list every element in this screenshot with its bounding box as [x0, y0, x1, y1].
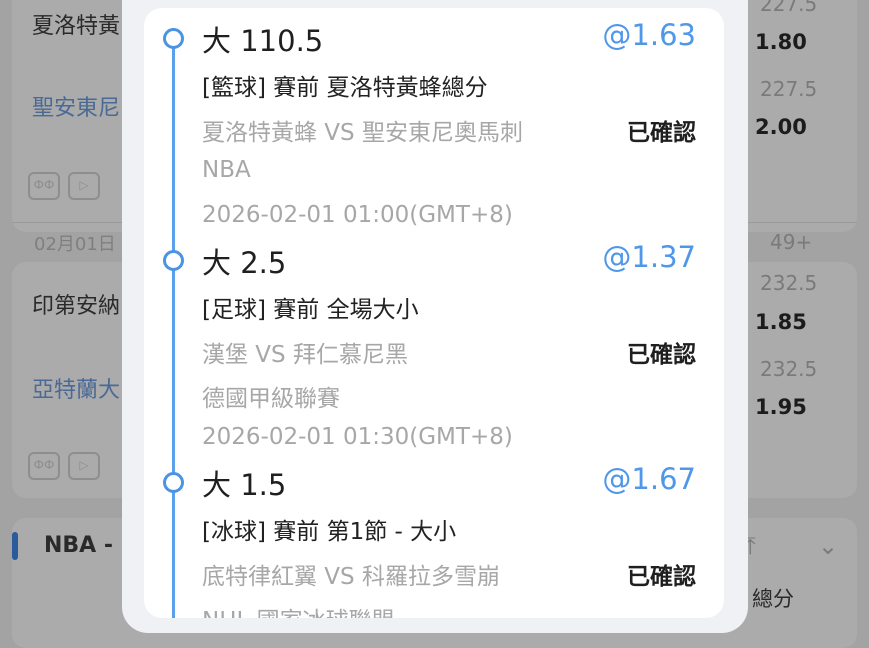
timeline-dot-icon	[163, 250, 184, 271]
line-value: 227.5	[760, 0, 818, 16]
stats-icon[interactable]: ФФ	[28, 452, 60, 480]
bet-match: 漢堡 VS 拜仁慕尼黑	[202, 342, 408, 368]
bet-status: 已確認	[627, 120, 696, 146]
bet-league: NHL 國家冰球聯盟	[202, 601, 395, 618]
section-accent	[12, 532, 18, 560]
timeline-line	[172, 28, 175, 618]
bet-odds: @1.67	[602, 462, 696, 496]
bet-match: 底特律紅翼 VS 科羅拉多雪崩	[202, 564, 500, 590]
away-team-1[interactable]: 聖安東尼	[32, 90, 120, 122]
bet-market: [足球] 賽前 全場大小	[202, 297, 419, 323]
date-label: 02月01日	[34, 234, 116, 255]
odds-value[interactable]: 2.00	[755, 115, 807, 139]
odds-value[interactable]: 1.95	[755, 395, 807, 419]
total-label: 總分	[752, 587, 794, 611]
home-team-1[interactable]: 夏洛特黃	[32, 8, 120, 40]
bet-pick: 大 2.5	[202, 246, 287, 280]
more-count[interactable]: 49+	[770, 230, 812, 254]
media-icons: ФФ ▷	[28, 172, 100, 200]
line-value: 232.5	[760, 271, 818, 295]
away-team-2[interactable]: 亞特蘭大	[32, 372, 120, 404]
bet-pick: 大 1.5	[202, 468, 287, 502]
section-title: NBA -	[44, 533, 113, 558]
bet-market: [籃球] 賽前 夏洛特黃蜂總分	[202, 75, 488, 101]
bet-list-panel: 大 110.5 @1.63 [籃球] 賽前 夏洛特黃蜂總分 夏洛特黃蜂 VS 聖…	[144, 8, 724, 618]
bet-pick: 大 110.5	[202, 24, 324, 58]
odds-value[interactable]: 1.80	[755, 30, 807, 54]
timeline-dot-icon	[163, 472, 184, 493]
bet-odds: @1.63	[602, 18, 696, 52]
bet-league: 德國甲級聯賽	[202, 386, 340, 412]
bet-market: [冰球] 賽前 第1節 - 大小	[202, 519, 457, 545]
bet-time: 2026-02-01 01:00(GMT+8)	[202, 202, 513, 228]
video-icon[interactable]: ▷	[68, 452, 100, 480]
bet-time: 2026-02-01 01:30(GMT+8)	[202, 424, 513, 450]
line-value: 232.5	[760, 357, 818, 381]
video-icon[interactable]: ▷	[68, 172, 100, 200]
stats-icon[interactable]: ФФ	[28, 172, 60, 200]
bet-status: 已確認	[627, 564, 696, 590]
chevron-down-icon[interactable]: ⌄	[818, 532, 838, 560]
odds-value[interactable]: 1.85	[755, 310, 807, 334]
bet-match: 夏洛特黃蜂 VS 聖安東尼奧馬刺	[202, 120, 523, 146]
bet-status: 已確認	[627, 342, 696, 368]
timeline-dot-icon	[163, 28, 184, 49]
home-team-2[interactable]: 印第安納	[32, 288, 120, 320]
media-icons: ФФ ▷	[28, 452, 100, 480]
line-value: 227.5	[760, 77, 818, 101]
bet-odds: @1.37	[602, 240, 696, 274]
bet-league: NBA	[202, 157, 251, 183]
